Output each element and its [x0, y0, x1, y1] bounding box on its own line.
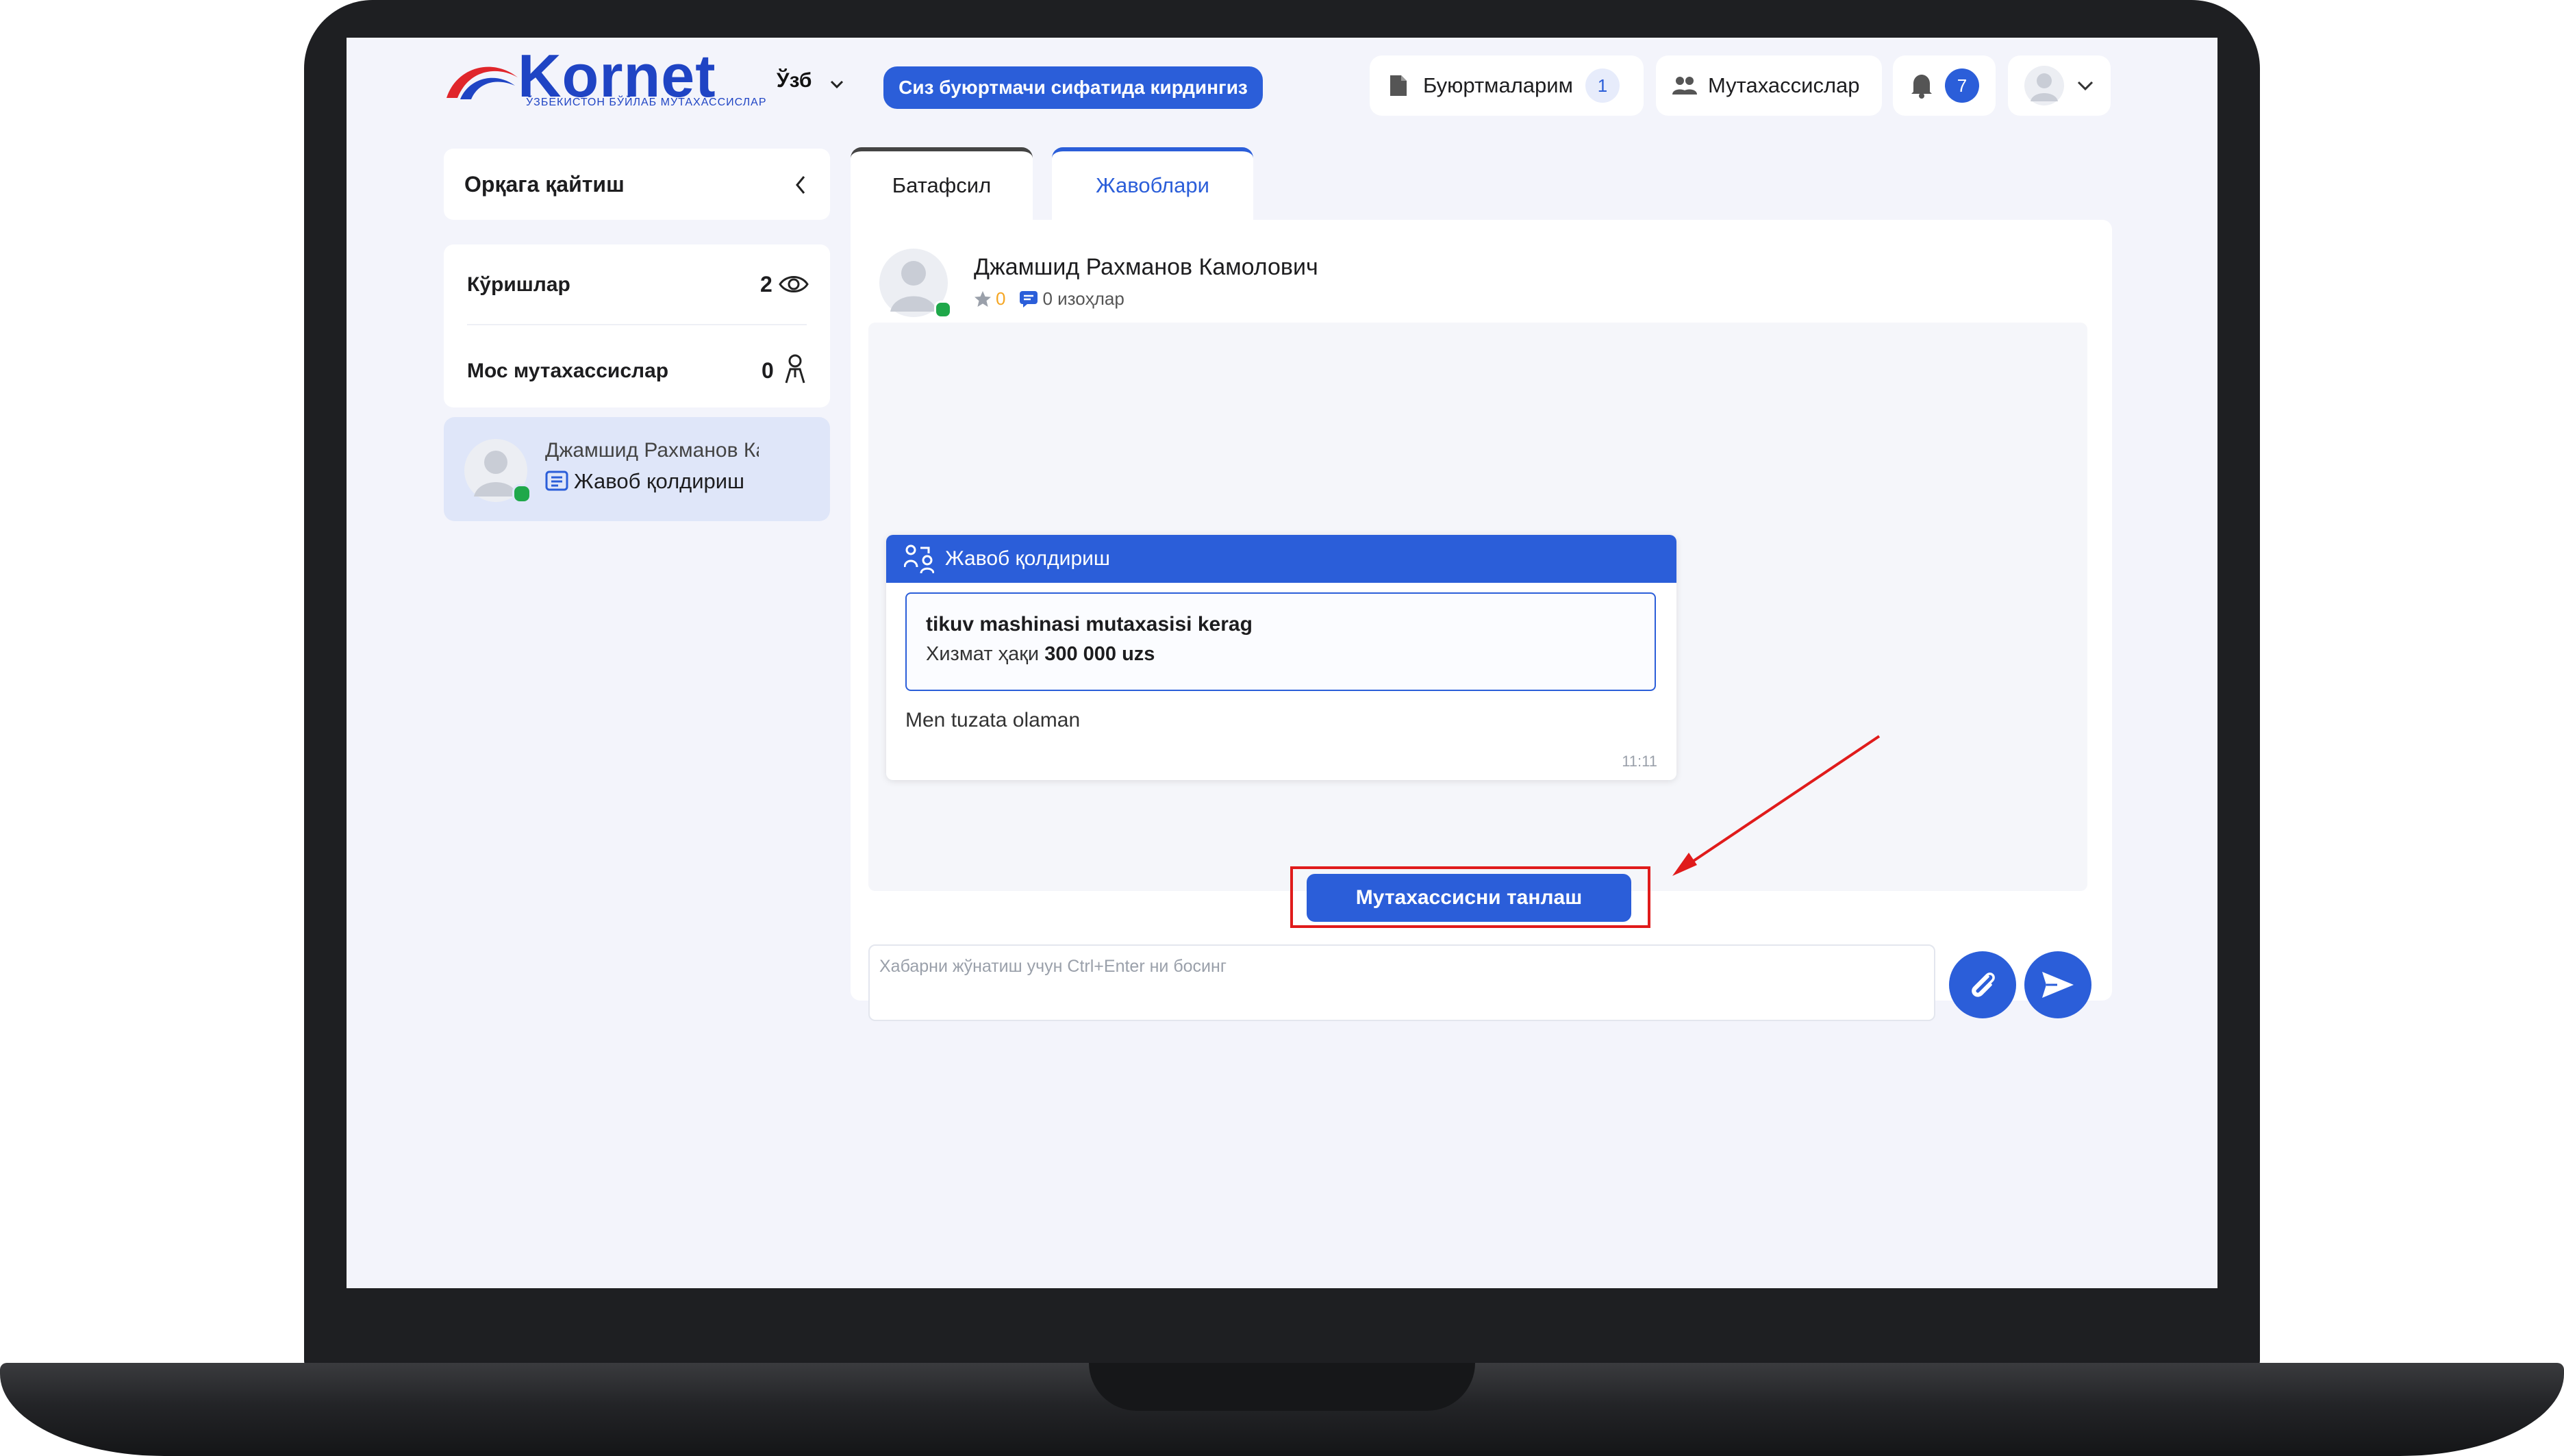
bell-icon	[1911, 75, 1932, 99]
chevron-left-icon	[796, 176, 805, 194]
send-button[interactable]	[2024, 951, 2091, 1018]
language-selector[interactable]: Ўзб	[777, 69, 812, 92]
response-list-item[interactable]: Джамшид Рахманов Камолович Жавоб қолдири…	[444, 417, 830, 521]
online-status-dot	[512, 484, 531, 503]
users-icon	[1672, 77, 1697, 95]
divider	[467, 324, 807, 325]
choose-specialist-button[interactable]: Мутахассисни танлаш	[1307, 874, 1631, 922]
logo-swoosh-icon	[447, 66, 518, 99]
orders-label: Буюртмаларим	[1423, 73, 1573, 97]
order-title: tikuv mashinasi mutaxasisi kerag	[926, 613, 1253, 636]
message-header: Жавоб қолдириш	[886, 535, 1676, 583]
message-icon	[545, 470, 568, 491]
message-input[interactable]	[870, 946, 1934, 1020]
specialist-name[interactable]: Джамшид Рахманов Камолович	[974, 254, 1318, 281]
annotation-arrow-icon	[1672, 735, 1881, 876]
matching-specialists-count: 0	[762, 358, 774, 383]
chat-area: Жавоб қолдириш tikuv mashinasi mutaxasis…	[868, 323, 2087, 891]
document-icon	[1390, 75, 1407, 96]
reviews-count: 0 изоҳлар	[1042, 288, 1124, 309]
responses-panel: Джамшид Рахманов Камолович 0 0 изоҳлар Ж…	[851, 220, 2112, 1021]
online-status-dot	[934, 301, 952, 318]
chevron-down-icon	[2077, 81, 2094, 91]
paperclip-icon	[1972, 972, 1995, 997]
back-button[interactable]: Орқага қайтиш	[444, 149, 830, 220]
order-summary-box: tikuv mashinasi mutaxasisi kerag Хизмат …	[905, 592, 1656, 691]
response-author-name: Джамшид Рахманов Камолович	[545, 439, 759, 462]
star-icon	[975, 290, 991, 307]
service-price-value: 300 000 uzs	[1044, 643, 1155, 665]
profile-menu-button[interactable]	[2008, 55, 2111, 116]
views-label: Кўришлар	[467, 273, 570, 296]
views-count: 2	[760, 272, 772, 297]
tab-details[interactable]: Батафсил	[851, 147, 1033, 220]
attach-button[interactable]	[1949, 951, 2016, 1018]
matching-specialists-label: Мос мутахассислар	[467, 360, 669, 382]
laptop-notch	[1089, 1363, 1475, 1411]
service-price-label: Хизмат ҳақи	[926, 643, 1040, 665]
stats-card: Кўришлар 2 Мос мутахассислар 0	[444, 244, 830, 407]
specialists-button[interactable]: Мутахассислар	[1656, 55, 1882, 116]
chevron-down-icon[interactable]	[829, 76, 845, 92]
send-icon	[2042, 972, 2074, 998]
service-price: Хизмат ҳақи 300 000 uzs	[926, 643, 1155, 666]
logo-tagline: ЎЗБЕКИСТОН БЎЙЛАБ МУТАХАССИСЛАР	[526, 97, 767, 108]
response-message-card: Жавоб қолдириш tikuv mashinasi mutaxasis…	[886, 535, 1676, 780]
role-indicator-button[interactable]: Сиз буюртмачи сифатида кирдингиз	[883, 66, 1263, 109]
comment-icon	[1020, 290, 1038, 307]
orders-button[interactable]: Буюртмаларим 1	[1370, 55, 1644, 116]
person-icon	[785, 354, 805, 384]
message-timestamp: 11:11	[1622, 753, 1657, 770]
message-header-label: Жавоб қолдириш	[945, 547, 1110, 570]
notifications-button[interactable]: 7	[1893, 55, 1996, 116]
message-input-box[interactable]	[868, 944, 1935, 1021]
notifications-count-badge: 7	[1945, 68, 1979, 103]
message-text: Men tuzata olaman	[905, 709, 1081, 731]
orders-count-badge: 1	[1585, 68, 1620, 103]
specialist-meta: 0 0 изоҳлар	[974, 288, 1124, 310]
avatar	[2024, 66, 2064, 105]
tab-responses[interactable]: Жавоблари	[1052, 147, 1253, 220]
specialists-label: Мутахассислар	[1708, 73, 1860, 97]
app-screen: Kornet ЎЗБЕКИСТОН БЎЙЛАБ МУТАХАССИСЛАР Ў…	[347, 38, 2217, 1288]
rating-value: 0	[996, 288, 1006, 309]
response-action-label: Жавоб қолдириш	[574, 469, 744, 493]
back-label: Орқага қайтиш	[464, 172, 625, 197]
eye-icon	[779, 276, 809, 292]
user-switch-icon	[904, 544, 934, 574]
